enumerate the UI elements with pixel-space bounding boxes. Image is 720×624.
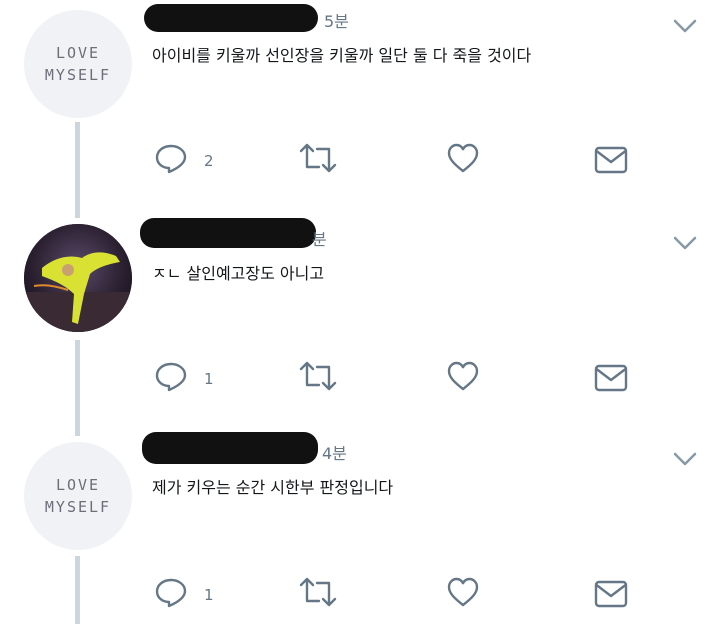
mail-icon[interactable] (594, 362, 628, 394)
tweet-text: 아이비를 키울까 선인장을 키울까 일단 둘 다 죽을 것이다 (152, 46, 532, 65)
timestamp[interactable]: 분 (312, 226, 327, 250)
avatar-logo: LOVE MYSELF (44, 476, 112, 516)
reply-count: 1 (204, 586, 214, 604)
avatar[interactable]: LOVE MYSELF (24, 10, 132, 118)
reply-button[interactable]: 1 (154, 360, 234, 392)
chevron-down-icon[interactable] (672, 234, 698, 252)
tweet-text: 제가 키우는 순간 시한부 판정입니다 (152, 478, 394, 497)
redacted-username (140, 218, 316, 248)
chevron-down-icon[interactable] (672, 17, 698, 35)
chevron-down-icon[interactable] (672, 450, 698, 468)
tweet[interactable]: 분 ㅈㄴ 살인예고장도 아니고 1 (0, 218, 720, 436)
retweet-icon[interactable] (299, 142, 337, 174)
avatar[interactable]: LOVE MYSELF (24, 442, 132, 550)
heart-icon[interactable] (446, 360, 480, 392)
reply-icon (155, 578, 187, 608)
reply-count: 1 (204, 370, 214, 388)
mail-icon[interactable] (594, 144, 628, 176)
tweet-text: ㅈㄴ 살인예고장도 아니고 (152, 264, 325, 283)
reply-icon (155, 144, 187, 174)
timestamp[interactable]: 4분 (322, 440, 347, 464)
timestamp[interactable]: 5분 (324, 8, 349, 32)
avatar-photo (24, 224, 132, 332)
tweet[interactable]: LOVE MYSELF 5분 아이비를 키울까 선인장을 키울까 일단 둘 다 … (0, 0, 720, 218)
reply-button[interactable]: 1 (154, 576, 234, 608)
reply-button[interactable]: 2 (154, 142, 234, 174)
tweet[interactable]: LOVE MYSELF 4분 제가 키우는 순간 시한부 판정입니다 1 (0, 432, 720, 624)
avatar[interactable] (24, 224, 132, 332)
avatar-logo: LOVE MYSELF (44, 44, 112, 84)
mail-icon[interactable] (594, 578, 628, 610)
heart-icon[interactable] (446, 576, 480, 608)
reply-icon (155, 362, 187, 392)
redacted-username (142, 432, 318, 464)
retweet-icon[interactable] (299, 360, 337, 392)
redacted-username (144, 4, 318, 32)
reply-count: 2 (204, 152, 214, 170)
retweet-icon[interactable] (299, 576, 337, 608)
heart-icon[interactable] (446, 142, 480, 174)
